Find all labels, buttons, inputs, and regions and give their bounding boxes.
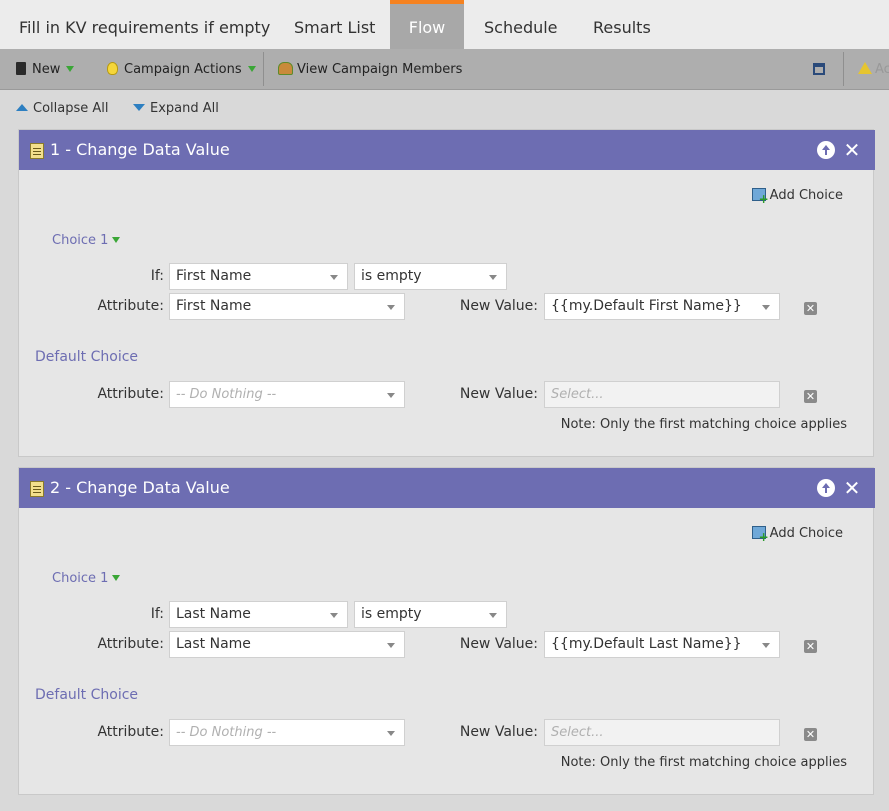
- new-value-label: New Value:: [459, 298, 538, 314]
- attribute-label: Attribute:: [97, 636, 164, 652]
- flow-step-2: 2 - Change Data Value ✕ Add Choice Choic…: [18, 467, 875, 795]
- view-campaign-members-button[interactable]: View Campaign Members: [278, 49, 462, 90]
- if-label: If:: [150, 606, 164, 622]
- new-icon: [16, 62, 26, 75]
- new-button[interactable]: New: [16, 49, 75, 90]
- choice-label[interactable]: Choice 1: [52, 571, 121, 586]
- new-value-select[interactable]: {{my.Default Last Name}}: [544, 631, 780, 658]
- toolbar: New Campaign Actions View Campaign Membe…: [0, 49, 889, 90]
- tab-schedule[interactable]: Schedule: [484, 0, 558, 49]
- change-data-value-icon: [30, 143, 44, 159]
- delete-default-icon[interactable]: ✕: [804, 728, 817, 741]
- close-icon[interactable]: ✕: [843, 140, 861, 160]
- tab-bar: Fill in KV requirements if empty Smart L…: [0, 0, 889, 49]
- alert-label: Ac: [875, 62, 889, 77]
- window-icon[interactable]: [813, 49, 825, 90]
- new-value-label: New Value:: [459, 636, 538, 652]
- if-label: If:: [150, 268, 164, 284]
- add-choice-label: Add Choice: [769, 526, 843, 541]
- delete-default-icon[interactable]: ✕: [804, 390, 817, 403]
- collapse-all-label: Collapse All: [33, 101, 109, 116]
- warning-icon: [858, 62, 872, 74]
- choice-note: Note: Only the first matching choice app…: [560, 417, 847, 432]
- toolbar-divider: [843, 52, 844, 86]
- expand-icon: [133, 104, 145, 111]
- choice-label[interactable]: Choice 1: [52, 233, 121, 248]
- default-attribute-select[interactable]: -- Do Nothing --: [169, 381, 405, 408]
- alert-button[interactable]: Ac: [858, 49, 889, 90]
- move-up-icon[interactable]: [817, 141, 835, 159]
- tab-smart-list[interactable]: Smart List: [294, 0, 375, 49]
- close-icon[interactable]: ✕: [843, 478, 861, 498]
- if-field-select[interactable]: First Name: [169, 263, 348, 290]
- default-choice-label: Default Choice: [35, 349, 139, 365]
- default-new-value-label: New Value:: [459, 386, 538, 402]
- add-choice-icon: [751, 188, 769, 206]
- tab-flow[interactable]: Flow: [390, 0, 464, 49]
- attribute-label: Attribute:: [97, 298, 164, 314]
- step-title: 2 - Change Data Value: [50, 478, 230, 497]
- move-up-icon[interactable]: [817, 479, 835, 497]
- campaign-actions-label: Campaign Actions: [124, 62, 242, 77]
- chevron-down-icon: [66, 66, 75, 72]
- if-field-select[interactable]: Last Name: [169, 601, 348, 628]
- chevron-down-icon: [112, 237, 121, 243]
- delete-choice-icon[interactable]: ✕: [804, 302, 817, 315]
- step-header: 1 - Change Data Value ✕: [19, 130, 875, 170]
- collapse-icon: [16, 104, 28, 111]
- toolbar-divider: [263, 52, 264, 86]
- attribute-select[interactable]: Last Name: [169, 631, 405, 658]
- default-attribute-select[interactable]: -- Do Nothing --: [169, 719, 405, 746]
- step-header: 2 - Change Data Value ✕: [19, 468, 875, 508]
- if-operator-select[interactable]: is empty: [354, 601, 507, 628]
- choice-label-text: Choice 1: [52, 571, 109, 586]
- default-attribute-label: Attribute:: [97, 724, 164, 740]
- chevron-down-icon: [112, 575, 121, 581]
- flow-step-1: 1 - Change Data Value ✕ Add Choice Choic…: [18, 129, 875, 457]
- people-icon: [278, 62, 293, 75]
- tab-results[interactable]: Results: [593, 0, 651, 49]
- campaign-actions-button[interactable]: Campaign Actions: [107, 49, 256, 90]
- default-new-value-label: New Value:: [459, 724, 538, 740]
- tab-campaign-name[interactable]: Fill in KV requirements if empty: [19, 0, 270, 49]
- default-new-value-select[interactable]: Select...: [544, 381, 780, 408]
- add-choice-button[interactable]: Add Choice: [751, 526, 843, 544]
- chevron-down-icon: [247, 66, 256, 72]
- step-title: 1 - Change Data Value: [50, 140, 230, 159]
- view-campaign-members-label: View Campaign Members: [297, 62, 463, 77]
- expand-all-button[interactable]: Expand All: [133, 101, 219, 116]
- change-data-value-icon: [30, 481, 44, 497]
- choice-label-text: Choice 1: [52, 233, 109, 248]
- expand-all-label: Expand All: [150, 101, 219, 116]
- if-operator-select[interactable]: is empty: [354, 263, 507, 290]
- collapse-bar: Collapse All Expand All: [0, 90, 889, 128]
- collapse-all-button[interactable]: Collapse All: [16, 101, 109, 116]
- add-choice-icon: [751, 526, 769, 544]
- add-choice-button[interactable]: Add Choice: [751, 188, 843, 206]
- default-new-value-select[interactable]: Select...: [544, 719, 780, 746]
- delete-choice-icon[interactable]: ✕: [804, 640, 817, 653]
- attribute-select[interactable]: First Name: [169, 293, 405, 320]
- lightbulb-icon: [107, 62, 118, 75]
- choice-note: Note: Only the first matching choice app…: [560, 755, 847, 770]
- new-value-select[interactable]: {{my.Default First Name}}: [544, 293, 780, 320]
- add-choice-label: Add Choice: [769, 188, 843, 203]
- default-choice-label: Default Choice: [35, 687, 139, 703]
- default-attribute-label: Attribute:: [97, 386, 164, 402]
- new-label: New: [32, 62, 61, 77]
